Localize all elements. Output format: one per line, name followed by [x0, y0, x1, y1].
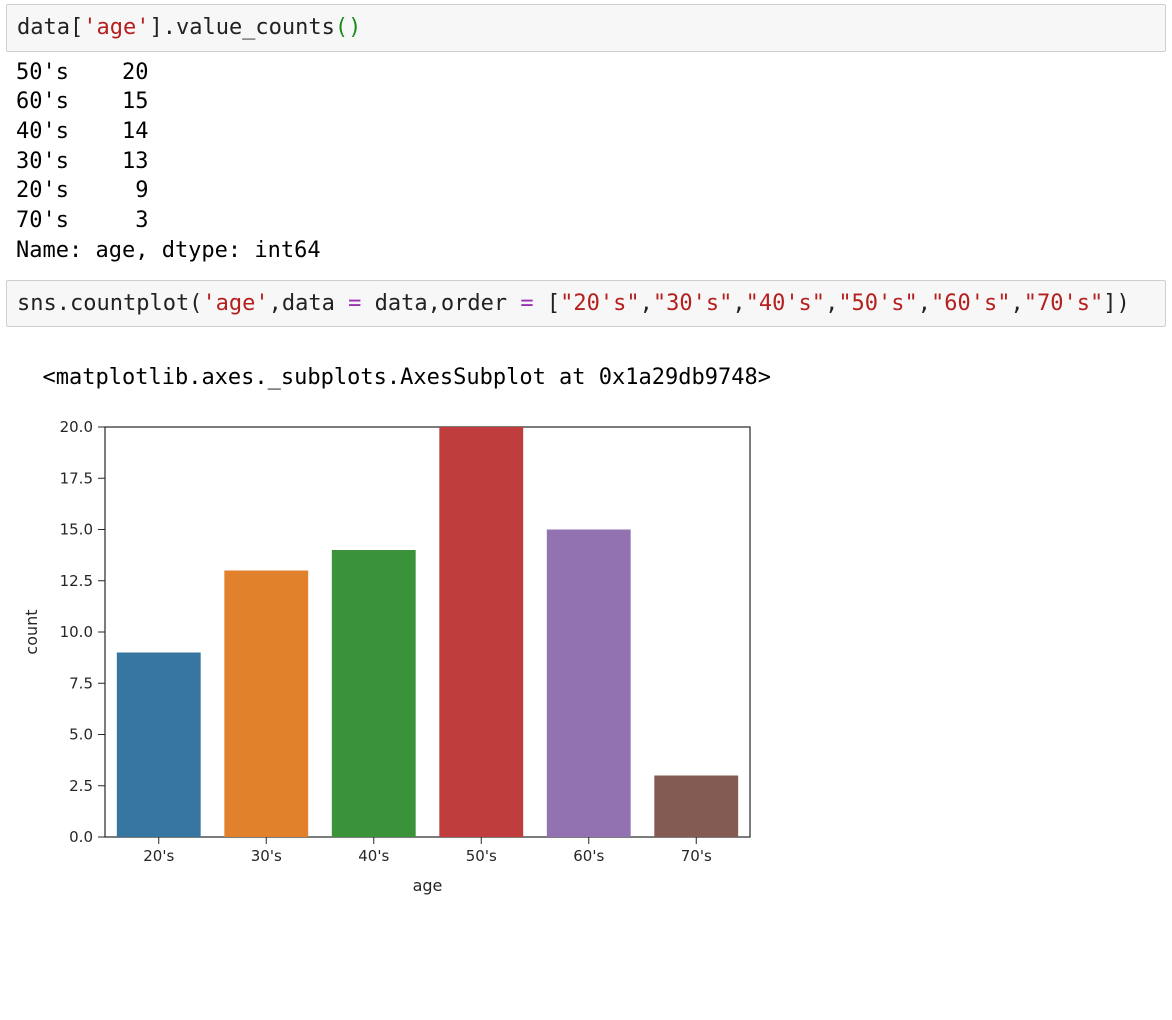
axes-repr: <matplotlib.axes._subplots.AxesSubplot a… — [43, 365, 771, 390]
ytick-label: 5.0 — [69, 725, 93, 743]
ytick-label: 15.0 — [60, 520, 93, 538]
xtick-label: 40's — [358, 847, 389, 865]
bar — [439, 427, 523, 837]
x-axis-label: age — [413, 876, 443, 895]
bar — [224, 570, 308, 837]
output-repr-2: <matplotlib.axes._subplots.AxesSubplot a… — [6, 327, 1166, 402]
ytick-label: 2.5 — [69, 776, 93, 794]
ytick-label: 0.0 — [69, 828, 93, 846]
ytick-label: 20.0 — [60, 418, 93, 436]
ytick-label: 10.0 — [60, 623, 93, 641]
bar — [332, 550, 416, 837]
bar — [654, 775, 738, 837]
xtick-label: 60's — [573, 847, 604, 865]
bar — [117, 652, 201, 837]
xtick-label: 30's — [251, 847, 282, 865]
xtick-label: 70's — [681, 847, 712, 865]
ytick-label: 12.5 — [60, 571, 93, 589]
ytick-label: 17.5 — [60, 469, 93, 487]
ytick-label: 7.5 — [69, 674, 93, 692]
bar — [547, 529, 631, 837]
code-cell-2[interactable]: sns.countplot('age',data = data,order = … — [6, 280, 1166, 328]
xtick-label: 20's — [143, 847, 174, 865]
code-cell-1[interactable]: data['age'].value_counts() — [6, 4, 1166, 52]
output-cell-1: 50's 20 60's 15 40's 14 30's 13 20's 9 7… — [6, 52, 1166, 276]
countplot-figure: 0.0 2.5 5.0 7.5 10.0 12.5 15.0 17.5 20.0 20's 30's… — [0, 403, 1172, 933]
y-axis-label: count — [22, 609, 41, 654]
xtick-label: 50's — [466, 847, 497, 865]
